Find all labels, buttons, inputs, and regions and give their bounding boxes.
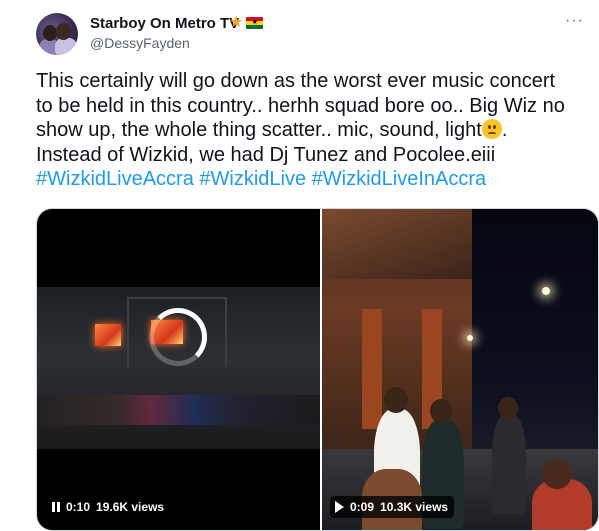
tweet-line-3: show up, the whole thing scatter.. mic, … [36, 118, 592, 143]
video-1-views: 19.6K views [96, 500, 165, 514]
tweet-line-2: to be held in this country.. herhh squad… [36, 94, 565, 117]
ghana-flag-icon: ★ [246, 17, 264, 29]
hashtag-link[interactable]: #WizkidLive [199, 168, 306, 190]
media-grid: 0:10 19.6K views 0:09 10.3K views [36, 208, 599, 531]
video-2-time: 0:09 [350, 500, 375, 514]
street-lamp [467, 335, 473, 341]
tweet-text: This certainly will go down as the worst… [36, 69, 592, 192]
pause-icon[interactable] [52, 502, 60, 512]
loading-spinner-icon [149, 308, 207, 366]
tweet-line-1: This certainly will go down as the worst… [36, 70, 556, 92]
video-2-status-badge[interactable]: 0:09 10.3K views [330, 496, 455, 518]
video-player-2[interactable]: 0:09 10.3K views [322, 209, 598, 530]
tweet-line-3-text: show up, the whole thing scatter.. mic, … [36, 119, 482, 141]
author-name[interactable]: Starboy On Metro TV [90, 15, 239, 32]
night-sky [472, 209, 598, 459]
play-icon[interactable] [335, 501, 344, 513]
confused-face-emoji-icon [481, 119, 502, 139]
avatar[interactable] [36, 13, 78, 55]
video-2-views: 10.3K views [380, 500, 449, 514]
tweet-line-4: Instead of Wizkid, we had Dj Tunez and P… [36, 143, 496, 166]
hashtag-link[interactable]: #WizkidLiveAccra [36, 168, 194, 190]
crowd-person [492, 414, 526, 514]
video-1-status-badge[interactable]: 0:10 19.6K views [47, 496, 171, 518]
street-lamp [542, 287, 550, 295]
tweet-line-3-end: . [501, 119, 508, 141]
star-icon: ★ [229, 14, 244, 31]
hashtag-link[interactable]: #WizkidLiveInAccra [312, 168, 487, 190]
author-handle[interactable]: @DessyFayden [90, 35, 190, 51]
hashtag-line: #WizkidLiveAccra #WizkidLive #WizkidLive… [36, 167, 592, 192]
video-1-time: 0:10 [66, 500, 91, 514]
name-badges: ★ ★ [229, 14, 264, 32]
video-player-1[interactable]: 0:10 19.6K views [37, 209, 320, 530]
more-options-icon[interactable]: ··· [565, 12, 584, 30]
